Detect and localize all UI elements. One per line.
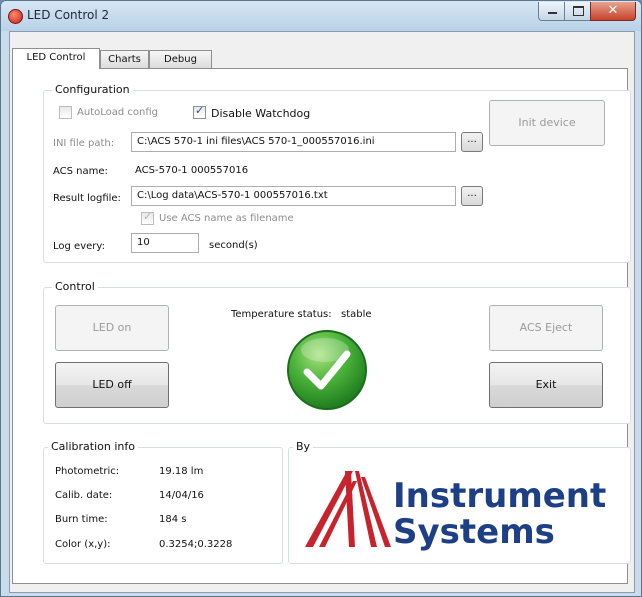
log-every-label: Log every: [53,241,105,252]
autoload-config-checkbox[interactable] [59,106,72,119]
minimize-button[interactable] [538,2,565,21]
disable-watchdog-checkbox[interactable] [193,104,206,119]
calibration-row-label: Calib. date: [55,490,113,501]
logo-line1: Instrument [393,476,606,516]
calibration-row-value: 184 s [159,514,187,525]
app-icon [8,9,23,24]
window-title: LED Control 2 [27,8,110,22]
result-logfile-field[interactable]: C:\Log data\ACS-570-1 000557016.txt [131,186,456,206]
ini-file-path-field[interactable]: C:\ACS 570-1 ini files\ACS 570-1_0005570… [131,132,456,152]
acs-name-label: ACS name: [53,166,108,177]
calibration-row-label: Burn time: [55,514,108,525]
exit-button[interactable]: Exit [489,362,603,408]
ini-browse-button[interactable]: ... [461,132,483,152]
log-every-field[interactable]: 10 [131,233,199,253]
calibration-info-legend: Calibration info [48,440,138,453]
calibration-row-value: 14/04/16 [159,490,204,501]
led-off-button[interactable]: LED off [55,362,169,408]
calibration-row-label: Color (x,y): [55,539,111,550]
close-icon: ✕ [607,3,619,18]
close-button[interactable]: ✕ [590,2,636,21]
calibration-row-label: Photometric: [55,466,120,477]
ini-file-path-label: INI file path: [53,138,115,149]
calibration-row-value: 0.3254;0.3228 [159,539,233,550]
maximize-button[interactable] [564,2,591,21]
calibration-row-value: 19.18 lm [159,466,204,477]
use-acs-name-checkbox[interactable] [141,210,154,225]
led-on-button[interactable]: LED on [55,305,169,351]
autoload-config-label: AutoLoad config [77,107,158,118]
acs-name-value: ACS-570-1 000557016 [135,165,249,176]
by-legend: By [293,440,314,453]
maximize-icon [573,6,584,16]
control-legend: Control [52,280,98,293]
temperature-status-label: Temperature status: [231,309,332,320]
acs-eject-button[interactable]: ACS Eject [489,305,603,351]
tab-debug[interactable]: Debug [149,50,212,68]
status-ok-icon [287,330,367,410]
tab-led-control[interactable]: LED Control [12,48,100,69]
configuration-legend: Configuration [52,83,133,96]
logfile-browse-button[interactable]: ... [461,186,483,206]
logo-line2: Systems [393,512,555,552]
tab-charts[interactable]: Charts [100,50,149,68]
result-logfile-label: Result logfile: [53,193,121,204]
title-bar[interactable]: LED Control 2 ✕ [1,1,641,31]
log-every-unit: second(s) [209,240,258,251]
use-acs-name-label: Use ACS name as filename [159,213,294,224]
minimize-icon [548,12,557,14]
tab-page-led-control: Configuration AutoLoad config Disable Wa… [12,68,631,584]
init-device-button[interactable]: Init device [489,100,605,146]
disable-watchdog-label: Disable Watchdog [211,107,311,120]
instrument-systems-logo: Instrument Systems [305,471,606,552]
temperature-status-value: stable [341,309,372,320]
